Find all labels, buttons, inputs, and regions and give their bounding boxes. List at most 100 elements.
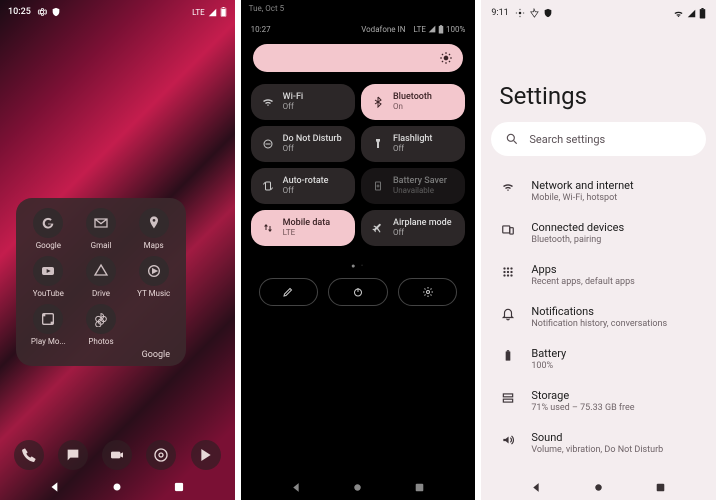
page-title: Settings xyxy=(499,82,587,110)
nav-recent[interactable] xyxy=(172,480,186,494)
setting-notifications[interactable]: NotificationsNotification history, conve… xyxy=(481,296,716,338)
tile-sub: LTE xyxy=(283,229,330,238)
nav-home[interactable] xyxy=(592,481,605,494)
nav-recent[interactable] xyxy=(413,481,426,494)
nav-back[interactable] xyxy=(290,481,303,494)
app-maps[interactable]: Maps xyxy=(129,208,178,250)
quick-settings-panel: Tue, Oct 5 10:27 Vodafone IN LTE 100% Wi… xyxy=(241,0,476,500)
tile-autorotate[interactable]: Auto-rotateOff xyxy=(251,168,355,204)
playmovies-icon xyxy=(33,304,63,334)
nav-bar xyxy=(241,474,476,500)
dock-camera-icon[interactable] xyxy=(102,440,132,470)
setting-sub: Volume, vibration, Do Not Disturb xyxy=(531,445,663,455)
search-input[interactable]: Search settings xyxy=(491,122,706,156)
tile-wifi[interactable]: Wi-FiOff xyxy=(251,84,355,120)
brightness-icon xyxy=(439,51,453,65)
setting-sub: 71% used – 75.33 GB free xyxy=(531,403,634,413)
qs-footer-buttons xyxy=(259,278,458,306)
app-label: Photos xyxy=(88,337,113,346)
qs-battery-pct: 100% xyxy=(446,25,465,34)
tile-bluetooth[interactable]: BluetoothOn xyxy=(361,84,465,120)
bell-icon xyxy=(499,305,517,321)
qs-power-button[interactable] xyxy=(328,278,388,306)
mobiledata-icon xyxy=(261,222,275,234)
battery-icon xyxy=(499,347,517,363)
dock-phone-icon[interactable] xyxy=(14,440,44,470)
app-label: YT Music xyxy=(137,289,170,298)
shield-icon xyxy=(543,8,553,18)
setting-title: Storage xyxy=(531,389,634,402)
battery-icon xyxy=(699,8,706,19)
folder-name: Google xyxy=(24,346,178,360)
nav-back[interactable] xyxy=(48,480,62,494)
qs-edit-button[interactable] xyxy=(259,278,319,306)
tile-sub: Off xyxy=(283,103,304,112)
dnd-icon xyxy=(261,138,275,150)
tile-donotdisturb[interactable]: Do Not DisturbOff xyxy=(251,126,355,162)
google-icon xyxy=(33,208,63,238)
status-bar: 9:11 xyxy=(481,6,716,20)
setting-networkandinternet[interactable]: Network and internetMobile, Wi-Fi, hotsp… xyxy=(481,170,716,212)
setting-title: Notifications xyxy=(531,305,667,318)
setting-apps[interactable]: AppsRecent apps, default apps xyxy=(481,254,716,296)
nav-home[interactable] xyxy=(351,481,364,494)
location-icon xyxy=(529,8,539,18)
autorotate-icon xyxy=(261,180,275,192)
app-label: Gmail xyxy=(91,241,112,250)
status-time: 9:11 xyxy=(491,8,508,18)
search-placeholder: Search settings xyxy=(529,133,605,146)
gmail-icon xyxy=(86,208,116,238)
tile-airplanemode[interactable]: Airplane modeOff xyxy=(361,210,465,246)
tile-batterysaver[interactable]: Battery SaverUnavailable xyxy=(361,168,465,204)
app-ytmusic[interactable]: YT Music xyxy=(129,256,178,298)
setting-storage[interactable]: Storage71% used – 75.33 GB free xyxy=(481,380,716,422)
app-label: Play Mo... xyxy=(31,337,66,346)
app-folder[interactable]: Google Gmail Maps YouTube Drive YT Music Play … xyxy=(16,198,186,366)
shield-icon xyxy=(51,7,61,17)
storage-icon xyxy=(499,389,517,405)
setting-battery[interactable]: Battery100% xyxy=(481,338,716,380)
qs-date: Tue, Oct 5 xyxy=(249,4,284,13)
app-playmo[interactable]: Play Mo... xyxy=(24,304,73,346)
youtube-icon xyxy=(33,256,63,286)
apps-icon xyxy=(499,263,517,279)
signal-icon xyxy=(208,8,217,17)
setting-title: Network and internet xyxy=(531,179,633,192)
setting-connecteddevices[interactable]: Connected devicesBluetooth, pairing xyxy=(481,212,716,254)
qs-carrier: Vodafone IN xyxy=(361,25,405,34)
brightness-slider[interactable] xyxy=(253,44,464,72)
dock-messages-icon[interactable] xyxy=(58,440,88,470)
battery-icon xyxy=(438,25,444,34)
tile-sub: Off xyxy=(393,229,452,238)
qs-settings-button[interactable] xyxy=(398,278,458,306)
tile-sub: On xyxy=(393,103,432,112)
nav-bar xyxy=(0,474,235,500)
tile-sub: Off xyxy=(283,145,342,154)
nav-back[interactable] xyxy=(530,481,543,494)
app-label: Drive xyxy=(92,289,110,298)
qs-page-indicator: ● · xyxy=(241,262,476,270)
setting-title: Battery xyxy=(531,347,566,360)
tile-flashlight[interactable]: FlashlightOff xyxy=(361,126,465,162)
app-gmail[interactable]: Gmail xyxy=(77,208,126,250)
drive-icon xyxy=(86,256,116,286)
setting-sound[interactable]: SoundVolume, vibration, Do Not Disturb xyxy=(481,422,716,464)
dock-playstore-icon[interactable] xyxy=(191,440,221,470)
nav-home[interactable] xyxy=(110,480,124,494)
batterysaver-icon xyxy=(371,180,385,192)
setting-sub: Recent apps, default apps xyxy=(531,277,634,287)
ytmusic-icon xyxy=(139,256,169,286)
maps-icon xyxy=(139,208,169,238)
app-photos[interactable]: Photos xyxy=(77,304,126,346)
app-drive[interactable]: Drive xyxy=(77,256,126,298)
nav-recent[interactable] xyxy=(654,481,667,494)
flashlight-icon xyxy=(371,138,385,150)
app-google[interactable]: Google xyxy=(24,208,73,250)
tile-mobiledata[interactable]: Mobile dataLTE xyxy=(251,210,355,246)
signal-icon xyxy=(428,25,436,33)
home-screen: 10:25 LTE GoogleGmailMapsYouTubeDriveYT … xyxy=(0,0,235,500)
dock-chrome-icon[interactable] xyxy=(146,440,176,470)
qs-status-line: 10:27 Vodafone IN LTE 100% xyxy=(241,22,476,36)
devices-icon xyxy=(499,221,517,237)
app-youtube[interactable]: YouTube xyxy=(24,256,73,298)
